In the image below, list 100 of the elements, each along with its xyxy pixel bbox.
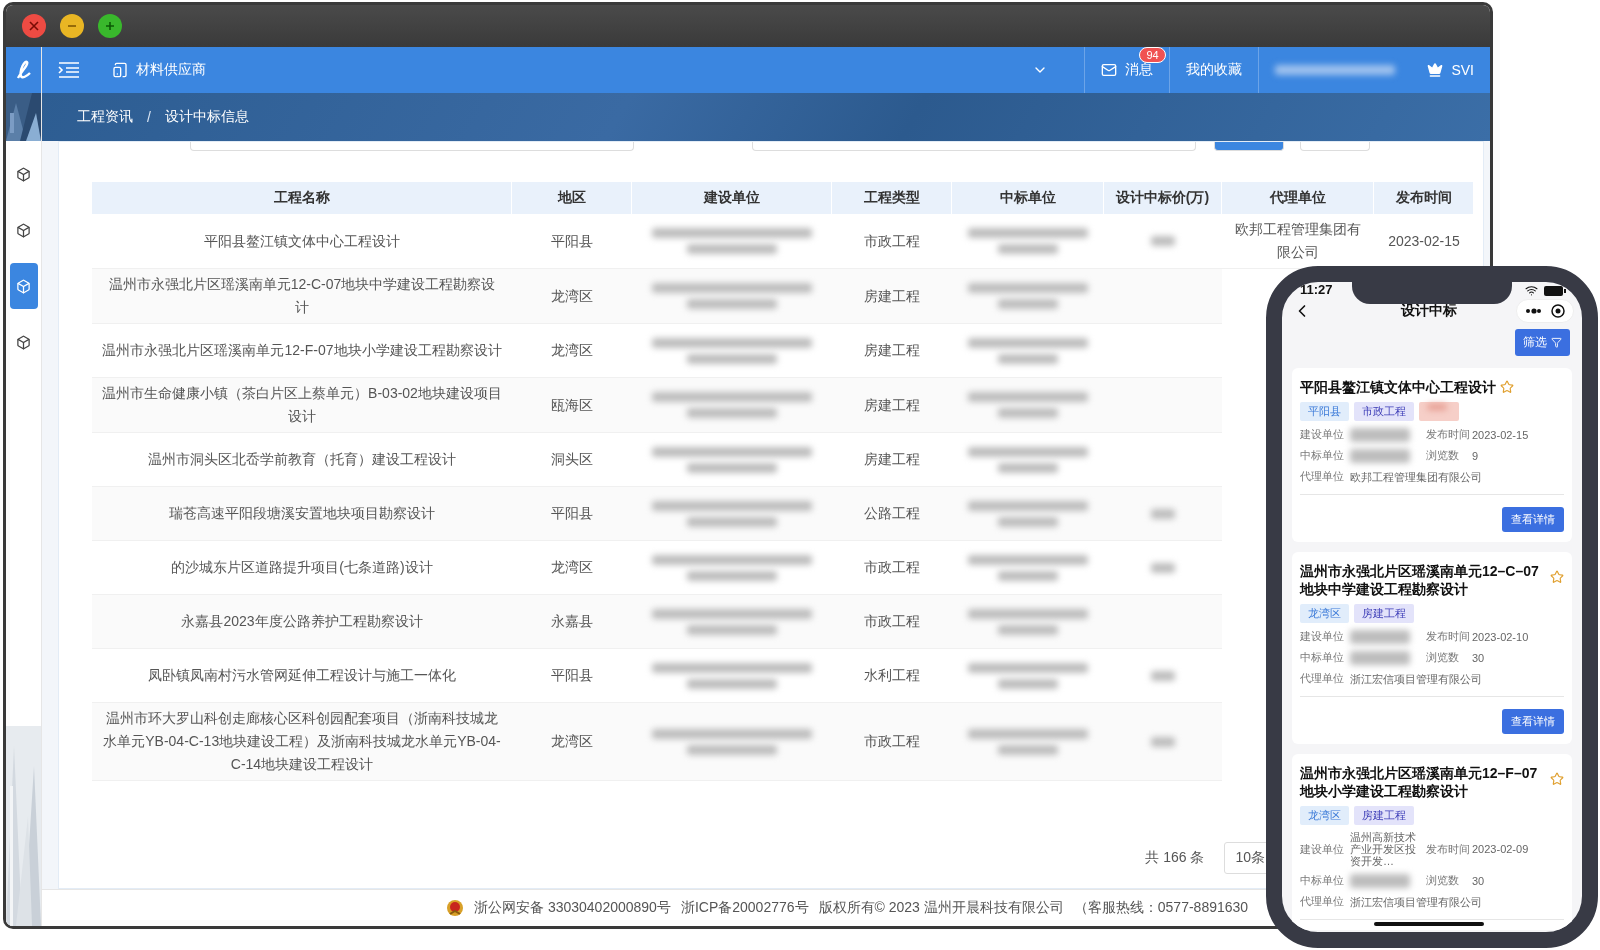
battery-icon (1544, 285, 1566, 296)
field-label: 浏览数 (1426, 448, 1460, 463)
breadcrumb-item[interactable]: 工程资讯 (77, 108, 133, 126)
table-cell: 公路工程 (832, 487, 952, 541)
tag: 市政工程 (1354, 402, 1414, 421)
filter-icon (1551, 337, 1562, 348)
device-icon (112, 62, 128, 78)
capsule-menu[interactable] (1516, 299, 1574, 323)
crown-icon (1427, 62, 1444, 78)
table-cell: 龙湾区 (512, 269, 632, 324)
tag: 龙湾区 (1300, 604, 1349, 623)
tag: 龙湾区 (1300, 806, 1349, 825)
column-header: 建设单位 (632, 182, 832, 214)
column-header: 工程名称 (92, 182, 512, 214)
wifi-icon (1525, 284, 1538, 297)
maximize-button[interactable] (98, 14, 122, 38)
field-label: 中标单位 (1300, 448, 1345, 463)
field-label: 发布时间 (1426, 427, 1471, 442)
close-icon (29, 21, 39, 31)
target-icon (1551, 304, 1565, 318)
field-value: 30 (1472, 874, 1486, 887)
column-header: 中标单位 (952, 182, 1104, 214)
table-cell: 瑞苍高速平阳段塘溪安置地块项目勘察设计 (92, 487, 512, 541)
breadcrumb-separator: / (147, 109, 151, 125)
redacted-text (1350, 873, 1410, 888)
breadcrumb-item[interactable]: 设计中标信息 (164, 108, 249, 126)
column-header: 工程类型 (832, 182, 952, 214)
field-label: 建设单位 (1300, 841, 1345, 857)
field-label: 浏览数 (1426, 650, 1460, 665)
search-field[interactable] (190, 142, 634, 151)
search-field[interactable] (752, 142, 1196, 151)
count-badge: 94 (1139, 47, 1166, 63)
column-header: 设计中标价(万) (1104, 182, 1222, 214)
field-label: 浏览数 (1426, 873, 1460, 888)
star-icon[interactable] (1550, 772, 1564, 786)
redacted-text (1350, 427, 1410, 442)
table-cell: 永嘉县 (512, 595, 632, 649)
field-value: 9 (1472, 449, 1480, 462)
footer-text: 浙ICP备20002776号 (680, 899, 809, 917)
table-cell: 温州市永强北片区瑶溪南单元12-C-07地块中学建设工程勘察设计 (92, 269, 512, 324)
field-label: 发布时间 (1426, 841, 1471, 857)
footer-text: 浙公网安备 33030402000890号 (474, 899, 671, 917)
table-cell: 市政工程 (832, 595, 952, 649)
field-label: 发布时间 (1426, 629, 1471, 644)
field-value: 浙江宏信项目管理有限公司 (1350, 672, 1483, 685)
field-label: 建设单位 (1300, 427, 1345, 442)
field-label: 建设单位 (1300, 629, 1345, 644)
search-button[interactable] (1214, 142, 1284, 151)
redacted-text (1350, 650, 1410, 665)
table-cell: 瓯海区 (512, 378, 632, 433)
field-value: 30 (1472, 651, 1486, 664)
role-selector[interactable]: 材料供应商 (96, 47, 222, 93)
table-cell: 永嘉县2023年度公路养护工程勘察设计 (92, 595, 512, 649)
field-label: 代理单位 (1300, 469, 1345, 484)
tag: 平阳县 (1300, 402, 1349, 421)
field-label: 中标单位 (1300, 873, 1345, 888)
membership-link[interactable]: SVI (1411, 47, 1490, 93)
more-icon (1525, 308, 1541, 314)
emblem-icon (446, 899, 464, 917)
field-value: 浙江宏信项目管理有限公司 (1350, 895, 1483, 908)
close-button[interactable] (22, 14, 46, 38)
tag (1419, 402, 1459, 421)
card-title: 温州市永强北片区瑶溪南单元12–C–07地块中学建设工程勘察设计 (1300, 562, 1540, 598)
field-label: 代理单位 (1300, 894, 1345, 909)
redacted-text (1350, 448, 1410, 463)
field-value: 2023-02-09 (1472, 843, 1530, 855)
plus-icon (105, 21, 115, 31)
total-count: 共 166 条 (1145, 849, 1205, 867)
status-time: 11:27 (1300, 282, 1333, 297)
details-button[interactable]: 查看详情 (1502, 507, 1564, 532)
column-header: 发布时间 (1374, 182, 1474, 214)
field-value: 2023-02-10 (1472, 630, 1530, 643)
table-cell: 房建工程 (832, 269, 952, 324)
card-title: 温州市永强北片区瑶溪南单元12–F–07地块小学建设工程勘察设计 (1300, 764, 1539, 800)
tag: 房建工程 (1354, 604, 1414, 623)
star-icon[interactable] (1500, 380, 1514, 394)
field-value: 欧邦工程管理集团有限公司 (1350, 470, 1483, 483)
minimize-button[interactable] (60, 14, 84, 38)
field-value: 2023-02-15 (1472, 428, 1530, 441)
field-label: 中标单位 (1300, 650, 1345, 665)
field-label: 代理单位 (1300, 671, 1345, 686)
mail-icon (1101, 62, 1118, 78)
table-cell: 市政工程 (832, 703, 952, 781)
table-cell: 温州市生命健康小镇（茶白片区上蔡单元）B-03-02地块建设项目设计 (92, 378, 512, 433)
tag: 房建工程 (1354, 806, 1414, 825)
redacted-text (1350, 629, 1410, 644)
footer-text: （客服热线：0577-8891630 (1073, 899, 1249, 917)
filter-button[interactable]: 筛选 (1515, 329, 1570, 356)
table-cell: 温州市环大罗山科创走廊核心区科创园配套项目（浙南科技城龙水单元YB-04-C-13地块建设工程）及浙南科技城龙水单元YB-04-C-14地块建设工程设计 (92, 703, 512, 781)
box-icon[interactable] (9, 263, 38, 309)
table-cell: 房建工程 (832, 378, 952, 433)
field-value: 温州高新技术产业开发区投资开发… (1350, 831, 1417, 867)
card-title: 平阳县鳌江镇文体中心工程设计 (1300, 378, 1496, 396)
table-cell: 龙湾区 (512, 703, 632, 781)
column-header: 地区 (512, 182, 632, 214)
star-icon[interactable] (1550, 570, 1564, 584)
table-cell: 平阳县 (512, 487, 632, 541)
details-button[interactable]: 查看详情 (1502, 709, 1564, 734)
footer-text: 版权所有© 2023 温州开晨科技有限公司 (818, 899, 1064, 917)
column-header: 代理单位 (1222, 182, 1374, 214)
